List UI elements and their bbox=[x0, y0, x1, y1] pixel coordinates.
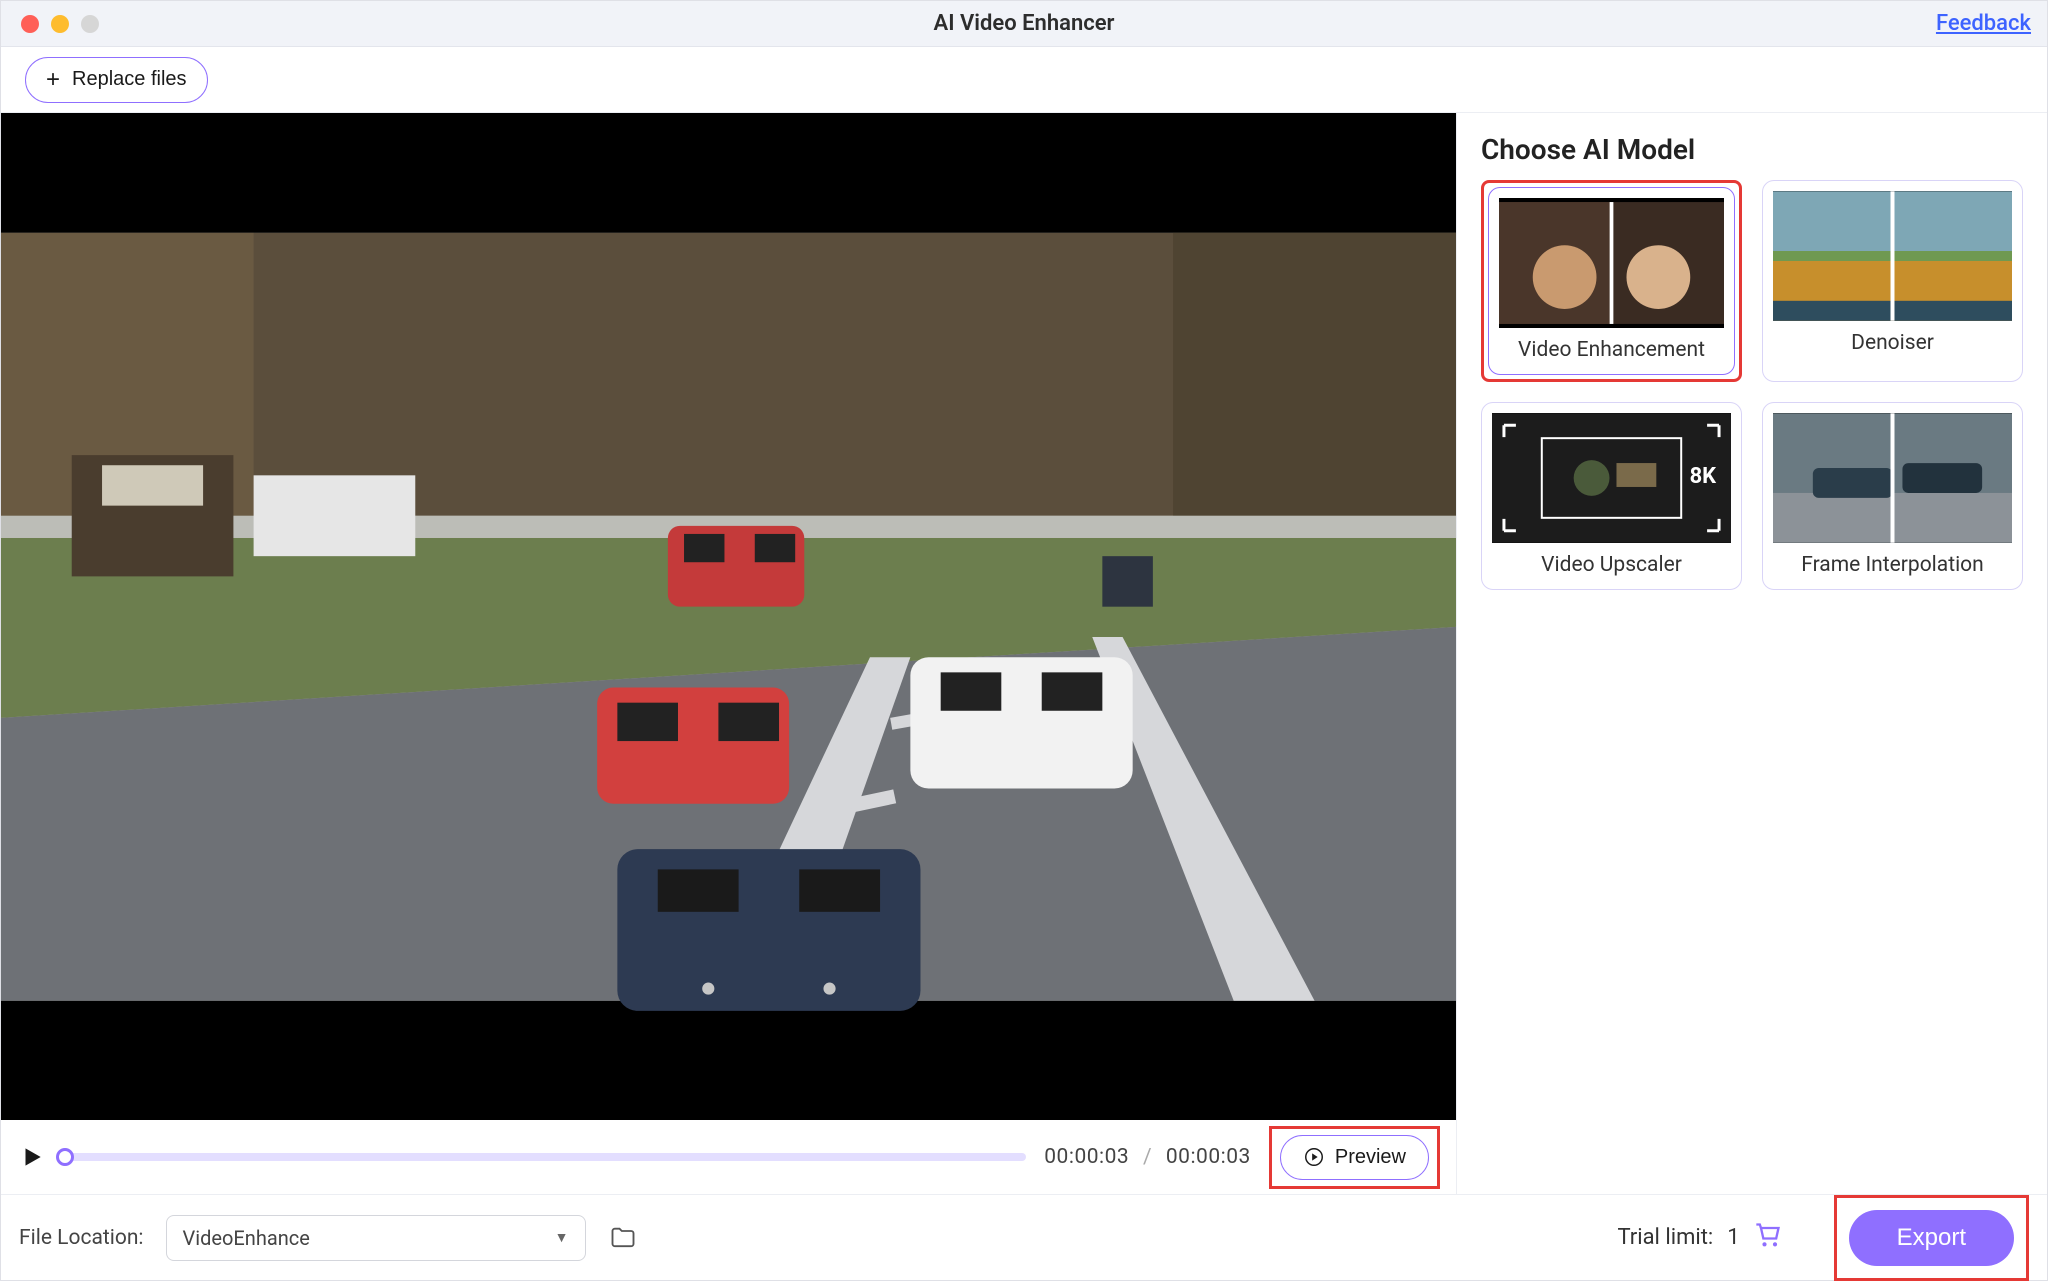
model-label: Denoiser bbox=[1851, 331, 1934, 355]
time-current: 00:00:03 bbox=[1044, 1145, 1129, 1169]
preview-highlight: Preview bbox=[1269, 1126, 1440, 1189]
timecode: 00:00:03 / 00:00:03 bbox=[1044, 1145, 1251, 1169]
preview-label: Preview bbox=[1335, 1146, 1406, 1169]
file-location-label: File Location: bbox=[19, 1226, 144, 1250]
time-separator: / bbox=[1143, 1145, 1152, 1169]
app-window: AI Video Enhancer Feedback + Replace fil… bbox=[0, 0, 2048, 1281]
cart-button[interactable] bbox=[1754, 1221, 1782, 1255]
time-total: 00:00:03 bbox=[1166, 1145, 1251, 1169]
replace-files-label: Replace files bbox=[72, 68, 187, 91]
cart-icon bbox=[1754, 1221, 1782, 1249]
model-label: Video Upscaler bbox=[1541, 553, 1682, 577]
feedback-link[interactable]: Feedback bbox=[1936, 11, 2031, 36]
scrubber-thumb[interactable] bbox=[56, 1148, 74, 1166]
file-location-select[interactable]: VideoEnhance ▼ bbox=[166, 1215, 586, 1261]
folder-icon bbox=[609, 1224, 637, 1252]
export-button[interactable]: Export bbox=[1849, 1210, 2014, 1266]
right-panel: Choose AI Model New bbox=[1457, 113, 2047, 1194]
video-preview-area[interactable] bbox=[1, 113, 1456, 1120]
trial-label: Trial limit: bbox=[1617, 1225, 1713, 1250]
video-frame-image bbox=[1, 152, 1456, 1082]
titlebar: AI Video Enhancer Feedback bbox=[1, 1, 2047, 47]
play-button[interactable] bbox=[17, 1142, 47, 1172]
scrubber[interactable] bbox=[65, 1153, 1026, 1161]
close-icon[interactable] bbox=[21, 15, 39, 33]
trial-limit: Trial limit: 1 bbox=[1617, 1221, 1781, 1255]
replace-files-button[interactable]: + Replace files bbox=[25, 57, 208, 103]
traffic-lights bbox=[1, 15, 99, 33]
play-icon bbox=[19, 1144, 45, 1170]
model-grid: New Video Enhancement bbox=[1481, 180, 2023, 590]
model-card-video-enhancement[interactable]: New Video Enhancement bbox=[1488, 187, 1735, 375]
main: 00:00:03 / 00:00:03 Preview Choos bbox=[1, 113, 2047, 1194]
preview-play-icon bbox=[1303, 1146, 1325, 1168]
maximize-icon[interactable] bbox=[81, 15, 99, 33]
model-label: Video Enhancement bbox=[1518, 338, 1705, 362]
model-card-frame-interpolation[interactable]: Frame Interpolation bbox=[1762, 402, 2023, 590]
minimize-icon[interactable] bbox=[51, 15, 69, 33]
export-highlight: Export bbox=[1834, 1195, 2029, 1281]
model-card-denoiser[interactable]: Denoiser bbox=[1762, 180, 2023, 382]
chevron-down-icon: ▼ bbox=[555, 1229, 569, 1246]
model-card-video-upscaler[interactable]: 8K Video Upscaler bbox=[1481, 402, 1742, 590]
model-thumb bbox=[1773, 191, 2012, 321]
toolbar: + Replace files bbox=[1, 47, 2047, 113]
trial-value: 1 bbox=[1727, 1225, 1739, 1250]
play-controls: 00:00:03 / 00:00:03 Preview bbox=[1, 1120, 1456, 1194]
window-title: AI Video Enhancer bbox=[1, 11, 2047, 36]
plus-icon: + bbox=[46, 68, 60, 92]
open-folder-button[interactable] bbox=[608, 1223, 638, 1253]
model-label: Frame Interpolation bbox=[1801, 553, 1984, 577]
left-pane: 00:00:03 / 00:00:03 Preview bbox=[1, 113, 1457, 1194]
model-thumb bbox=[1773, 413, 2012, 543]
panel-heading: Choose AI Model bbox=[1481, 133, 2023, 166]
model-thumb bbox=[1499, 198, 1724, 328]
upscaler-8k-badge: 8K bbox=[1690, 464, 1718, 489]
model-thumb: 8K bbox=[1492, 413, 1731, 543]
file-location-value: VideoEnhance bbox=[183, 1226, 310, 1250]
footer: File Location: VideoEnhance ▼ Trial limi… bbox=[1, 1194, 2047, 1280]
preview-button[interactable]: Preview bbox=[1280, 1135, 1429, 1180]
model-highlight: New Video Enhancement bbox=[1481, 180, 1742, 382]
